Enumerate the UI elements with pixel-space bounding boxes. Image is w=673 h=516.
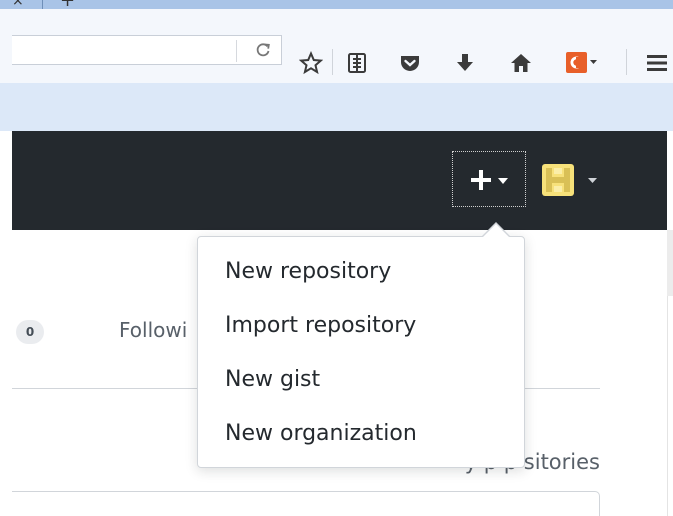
tab-separator (42, 0, 43, 9)
dropdown-caret-fill (482, 224, 510, 238)
create-new-button[interactable] (452, 151, 526, 207)
home-icon[interactable] (509, 51, 533, 75)
screenshot: × + (0, 0, 673, 516)
pocket-icon[interactable] (398, 51, 422, 75)
plus-icon (471, 170, 491, 190)
reload-icon[interactable] (255, 42, 271, 58)
avatar-icon (542, 164, 574, 196)
tab-close-icon[interactable]: × (12, 0, 24, 8)
browser-tab-strip: × + (0, 0, 673, 9)
download-icon[interactable] (453, 51, 477, 75)
menu-item-new-repository[interactable]: New repository (225, 259, 391, 284)
toolbar-separator (626, 49, 627, 75)
scrollbar-thumb[interactable] (667, 230, 673, 296)
menu-icon[interactable] (645, 51, 669, 75)
url-bar-separator (236, 40, 237, 62)
count-badge: 0 (16, 320, 44, 344)
extension-icon[interactable] (565, 51, 599, 75)
chevron-down-icon (498, 178, 508, 184)
reading-list-icon[interactable] (345, 51, 369, 75)
menu-item-new-organization[interactable]: New organization (225, 421, 417, 446)
new-tab-icon[interactable]: + (60, 0, 75, 9)
chevron-down-icon (588, 178, 597, 183)
bookmarks-bar (0, 83, 673, 131)
following-tab[interactable]: Followi (119, 318, 187, 342)
url-bar[interactable] (12, 35, 282, 65)
user-menu-button[interactable] (542, 164, 602, 196)
menu-item-import-repository[interactable]: Import repository (225, 313, 416, 338)
menu-item-new-gist[interactable]: New gist (225, 367, 320, 392)
star-icon[interactable] (299, 51, 323, 75)
toolbar-separator (332, 49, 333, 75)
content-box (12, 491, 600, 516)
